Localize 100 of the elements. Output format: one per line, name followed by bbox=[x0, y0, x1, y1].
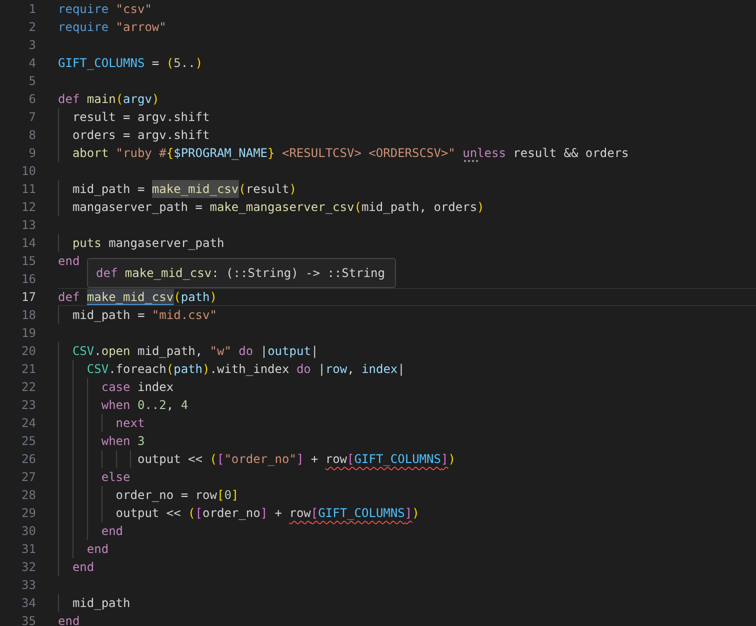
line-number: 27 bbox=[20, 469, 37, 486]
code-token: , bbox=[166, 397, 175, 414]
code-token: "arrow" bbox=[114, 19, 166, 36]
line-number: 16 bbox=[20, 271, 37, 288]
code-token: | bbox=[259, 343, 268, 360]
code-token: ) bbox=[152, 91, 160, 108]
line-number: 15 bbox=[20, 253, 37, 270]
code-token: | bbox=[317, 361, 326, 378]
code-token: "w" bbox=[210, 343, 232, 360]
code-token: 4 bbox=[180, 397, 188, 414]
code-token: make_mid_csv bbox=[86, 289, 174, 305]
code-token: [ bbox=[347, 451, 354, 468]
line-number: 32 bbox=[20, 559, 37, 576]
code-token: puts bbox=[72, 235, 102, 252]
code-token: output bbox=[268, 343, 311, 360]
code-token: next bbox=[116, 415, 145, 432]
line-number: 3 bbox=[28, 37, 37, 54]
code-token: ( bbox=[238, 181, 246, 198]
code-token: do bbox=[295, 361, 311, 378]
code-token: end bbox=[58, 253, 80, 270]
code-token: "mid.csv" bbox=[152, 307, 217, 324]
line-number: 23 bbox=[20, 397, 37, 414]
code-token: { bbox=[166, 145, 174, 162]
code-token: [ bbox=[195, 505, 203, 522]
code-token: CSV bbox=[72, 343, 94, 360]
code-token: ] bbox=[231, 487, 239, 504]
code-token: ] bbox=[404, 505, 412, 522]
code-token: CSV bbox=[86, 361, 109, 378]
code-token: + bbox=[310, 451, 320, 468]
code-token: def bbox=[58, 91, 80, 108]
line-number: 28 bbox=[20, 487, 37, 504]
code-token: ) bbox=[412, 505, 420, 522]
code-token: ( bbox=[174, 289, 181, 305]
code-token: path bbox=[180, 289, 210, 305]
code-token: ] bbox=[260, 505, 268, 522]
code-token: require bbox=[58, 1, 109, 18]
line-number: 31 bbox=[20, 541, 37, 558]
code-token: require bbox=[58, 19, 109, 36]
code-token: .with_index bbox=[210, 361, 290, 378]
code-token: def bbox=[58, 289, 81, 305]
line-number: 29 bbox=[20, 505, 37, 522]
line-number: 30 bbox=[20, 523, 37, 540]
line-number: 2 bbox=[28, 19, 37, 36]
line-number: 7 bbox=[28, 109, 37, 126]
code-token: ] bbox=[296, 451, 304, 468]
code-token: GIFT_COLUMNS bbox=[58, 55, 145, 72]
line-number: 6 bbox=[28, 91, 37, 108]
line-number: 12 bbox=[20, 199, 37, 216]
line-number: 33 bbox=[20, 577, 37, 594]
code-token: ( bbox=[210, 451, 217, 468]
code-token: [ bbox=[216, 487, 224, 504]
code-token: | bbox=[310, 343, 318, 360]
code-token: case bbox=[101, 379, 130, 396]
code-token: $PROGRAM_NAME bbox=[174, 145, 268, 162]
code-token: GIFT_COLUMNS bbox=[318, 505, 405, 522]
code-token: output << bbox=[137, 451, 204, 468]
line-number: 10 bbox=[20, 163, 37, 180]
code-token: , bbox=[347, 361, 356, 378]
code-token: when bbox=[101, 397, 130, 414]
line-number: 14 bbox=[20, 235, 37, 252]
line-number: 24 bbox=[20, 415, 37, 432]
code-token: = bbox=[150, 55, 160, 72]
code-token: 5 bbox=[174, 55, 181, 72]
code-token: do bbox=[238, 343, 254, 360]
code-token: ( bbox=[188, 505, 196, 522]
line-number: 25 bbox=[20, 433, 37, 450]
code-token: end bbox=[72, 559, 94, 576]
code-token: make_mid_csv bbox=[124, 265, 212, 281]
code-token: } bbox=[268, 145, 275, 162]
code-token: make_mangaserver_csv bbox=[210, 199, 354, 216]
line-number: 4 bbox=[28, 55, 37, 72]
code-token: ( bbox=[116, 91, 124, 108]
code-token: ( bbox=[166, 361, 174, 378]
code-token: ) bbox=[210, 289, 217, 305]
line-number: 11 bbox=[20, 181, 37, 198]
code-token: row bbox=[325, 451, 348, 468]
code-token: result && orders bbox=[512, 145, 629, 162]
code-token: mid_path, orders bbox=[361, 199, 478, 216]
code-token: "ruby # bbox=[114, 145, 166, 162]
code-token: argv bbox=[123, 91, 152, 108]
code-token: [ bbox=[216, 451, 224, 468]
line-number: 8 bbox=[28, 127, 37, 144]
line-number: 1 bbox=[28, 1, 37, 18]
code-token: mid_path = bbox=[72, 181, 146, 198]
code-token: | bbox=[398, 361, 405, 378]
code-token: [ bbox=[310, 505, 318, 522]
code-token: make_mid_csv bbox=[152, 180, 239, 198]
code-token: end bbox=[101, 523, 124, 540]
code-token: "order_no" bbox=[224, 451, 296, 468]
code-token: mid_path bbox=[72, 595, 130, 612]
code-token: path bbox=[174, 361, 203, 378]
code-token: GIFT_COLUMNS bbox=[354, 451, 441, 468]
code-token: def bbox=[96, 265, 118, 281]
code-token: index bbox=[136, 379, 174, 396]
code-token: "csv" bbox=[114, 1, 152, 18]
code-token: 0..2 bbox=[136, 397, 166, 414]
code-token: mangaserver_path bbox=[108, 235, 224, 252]
code-token: ) bbox=[289, 181, 296, 198]
code-token: ) bbox=[202, 361, 210, 378]
code-token: index bbox=[362, 361, 398, 378]
